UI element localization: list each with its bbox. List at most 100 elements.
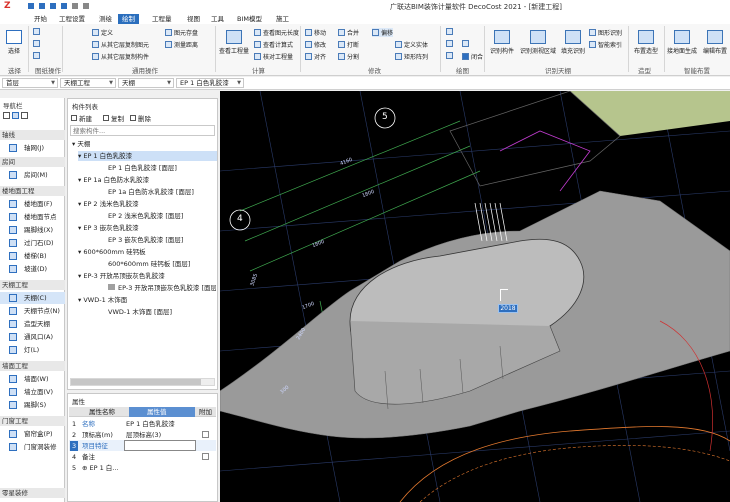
- tree-node-ep3[interactable]: ▾ EP 3 嵌灰色乳胶漆: [78, 223, 139, 233]
- tab-quantity[interactable]: 工程量: [148, 14, 176, 24]
- view-formula-button[interactable]: 查看计算式: [254, 40, 293, 49]
- define-button[interactable]: 定义: [92, 28, 113, 37]
- tree-leaf-ep1-surface[interactable]: EP 1 白色乳胶漆 [面层]: [108, 163, 177, 173]
- merge-button[interactable]: 合并: [338, 28, 359, 37]
- offset-button[interactable]: 偏移: [372, 28, 394, 37]
- drawing-tool-1[interactable]: [33, 28, 40, 35]
- nav-item-wall-elevation[interactable]: 墙立面(V): [0, 386, 65, 398]
- draw-arc-button[interactable]: [462, 40, 469, 47]
- component-search-input[interactable]: [70, 125, 215, 136]
- prop-row-4-checkbox[interactable]: [202, 453, 209, 460]
- component-select[interactable]: EP 1 白色乳胶漆 ▼: [176, 78, 244, 88]
- tree-node-ep3-open[interactable]: ▾ EP-3 开放吊顶嵌灰色乳胶漆: [78, 271, 165, 281]
- nav-item-ramp[interactable]: 坡道(D): [0, 263, 65, 275]
- type-select[interactable]: 天棚 ▼: [118, 78, 174, 88]
- tab-tools[interactable]: 工具: [207, 14, 228, 24]
- prop-row-3-value-input[interactable]: [124, 440, 196, 451]
- identify-area-button[interactable]: 识别测视区域: [519, 30, 557, 55]
- nav-item-room[interactable]: 房间(M): [0, 169, 65, 181]
- nav-item-stairs[interactable]: 楼梯(B): [0, 250, 65, 262]
- copy-component-button[interactable]: 从其它层复制构件: [92, 52, 149, 61]
- drawing-tool-2[interactable]: [33, 40, 40, 47]
- tab-construction[interactable]: 施工: [272, 14, 293, 24]
- nav-item-wall[interactable]: 墙面(W): [0, 373, 65, 385]
- graphic-identify-button[interactable]: 图形识别: [589, 28, 622, 37]
- tree-node-ep1a[interactable]: ▾ EP 1a 白色防水乳胶漆: [78, 175, 149, 185]
- nav-item-vent[interactable]: 通风口(A): [0, 331, 65, 343]
- prop-row-2-checkbox[interactable]: [202, 431, 209, 438]
- floor-generate-button[interactable]: 接地面生成: [666, 30, 698, 55]
- delete-component-button[interactable]: 删除: [130, 113, 151, 123]
- rect-array-button[interactable]: 矩形阵列: [395, 52, 428, 61]
- nav-item-light[interactable]: 灯(L): [0, 344, 65, 356]
- tree-leaf-ep1a-surface[interactable]: EP 1a 白色防水乳胶漆 [面层]: [108, 187, 194, 197]
- tree-node-ceiling[interactable]: ▾ 天棚: [72, 139, 90, 149]
- closed-checkbox[interactable]: 闭合: [462, 52, 483, 61]
- tab-bim-model[interactable]: BIM模型: [233, 14, 266, 24]
- tree-leaf-vwd1-surface[interactable]: VWD-1 木饰面 [面层]: [108, 307, 172, 317]
- tree-node-vwd1[interactable]: ▾ VWD-1 木饰面: [78, 295, 127, 305]
- fill-identify-button[interactable]: 填充识别: [560, 30, 586, 55]
- drawing-tool-3[interactable]: [33, 52, 40, 59]
- horizontal-scrollbar[interactable]: [70, 378, 215, 386]
- nav-item-skirting[interactable]: 踢脚线(X): [0, 224, 65, 236]
- select-button[interactable]: 选择: [4, 30, 24, 55]
- view-quantity-button[interactable]: 查看工程量: [218, 30, 250, 55]
- nav-section-misc[interactable]: 零星装修: [0, 488, 65, 498]
- tab-project-settings[interactable]: 工程设置: [55, 14, 89, 24]
- save-element-button[interactable]: 图元存盘: [165, 28, 198, 37]
- split-button[interactable]: 分割: [338, 52, 359, 61]
- tree-leaf-600-surface[interactable]: 600*600mm 硅钙板 [面层]: [108, 259, 190, 269]
- draw-point-button[interactable]: [446, 28, 453, 35]
- copy-component-button[interactable]: 复制: [103, 113, 124, 123]
- nav-item-wall-skirting[interactable]: 踢脚(S): [0, 399, 65, 411]
- nav-item-grid[interactable]: 轴网(J): [0, 142, 65, 154]
- prop-row-1-value[interactable]: EP 1 白色乳胶漆: [126, 419, 196, 429]
- modify-button[interactable]: 修改: [305, 40, 326, 49]
- nav-section-room[interactable]: 房间: [0, 157, 65, 167]
- draw-rect-button[interactable]: [446, 52, 453, 59]
- identify-component-button[interactable]: 识别构件: [487, 30, 517, 55]
- smart-index-button[interactable]: 智能索引: [589, 40, 622, 49]
- category-select[interactable]: 天棚工程 ▼: [60, 78, 116, 88]
- nav-item-ceiling[interactable]: 天棚(C): [0, 292, 65, 304]
- tree-leaf-ep3-open-surface[interactable]: EP-3 开放吊顶嵌灰色乳胶漆 [面层]: [108, 283, 216, 293]
- move-button[interactable]: 移动: [305, 28, 326, 37]
- nav-item-curtain-box[interactable]: 窗帘盒(P): [0, 428, 65, 440]
- tab-survey[interactable]: 测绘: [95, 14, 116, 24]
- tab-start[interactable]: 开始: [30, 14, 51, 24]
- nav-item-threshold[interactable]: 过门石(D): [0, 237, 65, 249]
- edit-arrange-button[interactable]: 编辑布置: [700, 30, 730, 55]
- tab-draw[interactable]: 绘制: [118, 14, 139, 24]
- view-length-button[interactable]: 查看图元长度: [254, 28, 299, 37]
- draw-line-button[interactable]: [446, 40, 453, 47]
- nav-section-door-window[interactable]: 门窗工程: [0, 416, 65, 426]
- nav-item-opening-finish[interactable]: 门窗洞装修: [0, 441, 65, 453]
- floor-select[interactable]: 首层 ▼: [2, 78, 58, 88]
- nav-item-ceiling-node[interactable]: 天棚节点(N): [0, 305, 65, 317]
- tree-node-ep2[interactable]: ▾ EP 2 浅米色乳胶漆: [78, 199, 139, 209]
- tree-leaf-ep2-surface[interactable]: EP 2 浅米色乳胶漆 [面层]: [108, 211, 183, 221]
- check-quantity-button[interactable]: 核对工程量: [254, 52, 293, 61]
- tree-leaf-ep3-surface[interactable]: EP 3 嵌灰色乳胶漆 [面层]: [108, 235, 183, 245]
- break-button[interactable]: 打断: [338, 40, 359, 49]
- nav-section-wall[interactable]: 墙面工程: [0, 361, 65, 371]
- nav-item-shaped-ceiling[interactable]: 造型天棚: [0, 318, 65, 330]
- nav-section-axis[interactable]: 轴线: [0, 130, 65, 140]
- nav-item-floor[interactable]: 楼地面(F): [0, 198, 65, 210]
- cad-viewport[interactable]: 5 4 4160 1800 1800 1700 2400 300 3085 20…: [220, 91, 730, 502]
- arrange-model-button[interactable]: 布置造型: [632, 30, 660, 55]
- measure-distance-button[interactable]: 测量距离: [165, 40, 198, 49]
- nav-section-ceiling[interactable]: 天棚工程: [0, 280, 65, 290]
- nav-view-toggle[interactable]: [3, 112, 35, 121]
- cad-drawing[interactable]: [220, 91, 730, 502]
- copy-from-layer-button[interactable]: 从其它层复制图元: [92, 40, 149, 49]
- tree-node-ep1[interactable]: ▾ EP 1 白色乳胶漆: [78, 151, 217, 161]
- tab-view[interactable]: 视图: [183, 14, 204, 24]
- quick-access-icons[interactable]: [28, 3, 128, 10]
- elevation-input[interactable]: 2018: [498, 304, 518, 313]
- new-component-button[interactable]: 新建: [71, 113, 92, 123]
- nav-item-floor-node[interactable]: 楼地面节点: [0, 211, 65, 223]
- nav-section-floor[interactable]: 楼地面工程: [0, 186, 65, 196]
- define-solid-button[interactable]: 定义实体: [395, 40, 428, 49]
